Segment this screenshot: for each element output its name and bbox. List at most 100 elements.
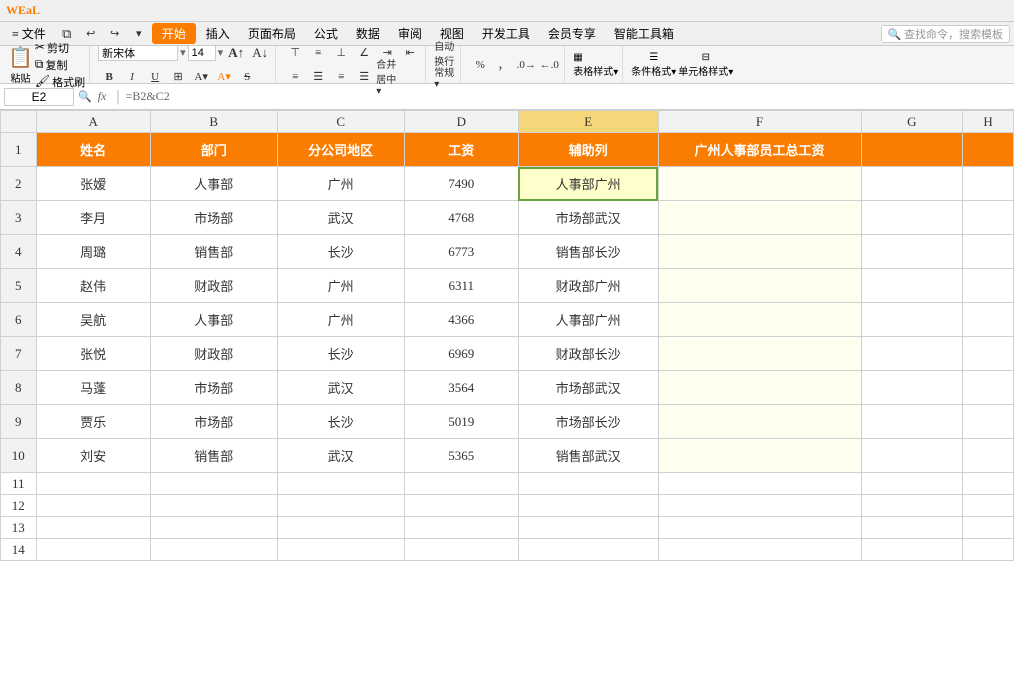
align-bottom-btn[interactable]: ⊥	[330, 42, 352, 64]
cell-salary-8[interactable]: 5365	[404, 439, 518, 473]
cell-extra-4-0[interactable]	[861, 303, 963, 337]
cell-salary-1[interactable]: 4768	[404, 201, 518, 235]
empty-cell[interactable]	[150, 539, 277, 561]
font-size-input[interactable]	[188, 45, 216, 61]
empty-cell[interactable]	[963, 473, 1014, 495]
header-cell-5[interactable]: 广州人事部员工总工资	[658, 133, 861, 167]
cell-aux-4[interactable]: 人事部广州	[518, 303, 658, 337]
cell-region-0[interactable]: 广州	[277, 167, 404, 201]
cell-total-5[interactable]	[658, 337, 861, 371]
cell-salary-2[interactable]: 6773	[404, 235, 518, 269]
cell-extra-6-0[interactable]	[861, 371, 963, 405]
empty-cell[interactable]	[277, 473, 404, 495]
cell-extra-5-1[interactable]	[963, 337, 1014, 371]
align-left-btn[interactable]: ≡	[284, 66, 306, 88]
strikethrough-btn[interactable]: S	[236, 66, 258, 88]
empty-cell[interactable]	[963, 495, 1014, 517]
cell-extra-2-1[interactable]	[963, 235, 1014, 269]
cell-reference-input[interactable]	[4, 88, 74, 106]
col-header-E[interactable]: E	[518, 111, 658, 133]
cell-total-1[interactable]	[658, 201, 861, 235]
border-btn[interactable]: ⊞	[167, 66, 189, 88]
align-center-btn[interactable]: ☰	[307, 66, 329, 88]
cell-salary-3[interactable]: 6311	[404, 269, 518, 303]
empty-cell[interactable]	[963, 517, 1014, 539]
align-right-btn[interactable]: ≡	[330, 66, 352, 88]
font-name-input[interactable]	[98, 45, 178, 61]
percent-btn[interactable]: %	[469, 54, 491, 76]
empty-cell[interactable]	[404, 473, 518, 495]
cell-dept-3[interactable]: 财政部	[150, 269, 277, 303]
cell-extra-1-0[interactable]	[861, 201, 963, 235]
font-color-btn[interactable]: A▾	[213, 66, 235, 88]
cell-name-4[interactable]: 吴航	[36, 303, 150, 337]
col-header-C[interactable]: C	[277, 111, 404, 133]
empty-cell[interactable]	[861, 539, 963, 561]
cell-name-1[interactable]: 李月	[36, 201, 150, 235]
menu-smart[interactable]: 智能工具箱	[606, 23, 682, 44]
cell-style-btn[interactable]: ⊟单元格样式▾	[678, 52, 733, 78]
empty-cell[interactable]	[518, 495, 658, 517]
cell-dept-0[interactable]: 人事部	[150, 167, 277, 201]
cell-name-0[interactable]: 张嫒	[36, 167, 150, 201]
cell-total-4[interactable]	[658, 303, 861, 337]
cell-aux-7[interactable]: 市场部长沙	[518, 405, 658, 439]
align-justify-btn[interactable]: ☰	[353, 66, 375, 88]
empty-cell[interactable]	[861, 517, 963, 539]
cell-extra-5-0[interactable]	[861, 337, 963, 371]
cell-extra-6-1[interactable]	[963, 371, 1014, 405]
empty-cell[interactable]	[861, 473, 963, 495]
header-cell-extra-0[interactable]	[861, 133, 963, 167]
empty-cell[interactable]	[150, 495, 277, 517]
empty-cell[interactable]	[861, 495, 963, 517]
empty-cell[interactable]	[404, 517, 518, 539]
header-cell-2[interactable]: 分公司地区	[277, 133, 404, 167]
cell-name-2[interactable]: 周璐	[36, 235, 150, 269]
cell-salary-5[interactable]: 6969	[404, 337, 518, 371]
cell-region-4[interactable]: 广州	[277, 303, 404, 337]
col-header-D[interactable]: D	[404, 111, 518, 133]
cell-region-7[interactable]: 长沙	[277, 405, 404, 439]
col-header-F[interactable]: F	[658, 111, 861, 133]
cell-dept-6[interactable]: 市场部	[150, 371, 277, 405]
empty-cell[interactable]	[658, 539, 861, 561]
cell-extra-1-1[interactable]	[963, 201, 1014, 235]
header-cell-1[interactable]: 部门	[150, 133, 277, 167]
decimal-remove-btn[interactable]: ←.0	[538, 54, 560, 76]
cell-name-5[interactable]: 张悦	[36, 337, 150, 371]
align-middle-btn[interactable]: ≡	[307, 42, 329, 64]
cell-salary-7[interactable]: 5019	[404, 405, 518, 439]
cell-salary-6[interactable]: 3564	[404, 371, 518, 405]
search-bar[interactable]: 🔍 查找命令，搜索模板	[881, 25, 1010, 43]
cell-extra-7-0[interactable]	[861, 405, 963, 439]
cell-extra-8-1[interactable]	[963, 439, 1014, 473]
cell-region-8[interactable]: 武汉	[277, 439, 404, 473]
cell-total-2[interactable]	[658, 235, 861, 269]
decimal-add-btn[interactable]: .0→	[515, 54, 537, 76]
menu-member[interactable]: 会员专享	[540, 23, 604, 44]
cell-dept-5[interactable]: 财政部	[150, 337, 277, 371]
cell-region-2[interactable]: 长沙	[277, 235, 404, 269]
empty-cell[interactable]	[150, 473, 277, 495]
empty-cell[interactable]	[150, 517, 277, 539]
cut-btn[interactable]: ✂剪切	[35, 40, 85, 56]
empty-cell[interactable]	[518, 517, 658, 539]
underline-btn[interactable]: U	[144, 66, 166, 88]
cell-total-7[interactable]	[658, 405, 861, 439]
cell-total-3[interactable]	[658, 269, 861, 303]
cell-dept-2[interactable]: 销售部	[150, 235, 277, 269]
merge-center-btn[interactable]: 合并居中▾	[376, 66, 398, 88]
empty-cell[interactable]	[404, 539, 518, 561]
cell-aux-8[interactable]: 销售部武汉	[518, 439, 658, 473]
empty-cell[interactable]	[963, 539, 1014, 561]
header-cell-3[interactable]: 工资	[404, 133, 518, 167]
table-style-btn[interactable]: ▦ 表格样式▾	[573, 52, 618, 78]
cell-extra-0-0[interactable]	[861, 167, 963, 201]
empty-cell[interactable]	[658, 495, 861, 517]
cell-dept-8[interactable]: 销售部	[150, 439, 277, 473]
cell-name-6[interactable]: 马蓬	[36, 371, 150, 405]
empty-cell[interactable]	[36, 517, 150, 539]
cell-region-1[interactable]: 武汉	[277, 201, 404, 235]
cell-extra-2-0[interactable]	[861, 235, 963, 269]
col-header-B[interactable]: B	[150, 111, 277, 133]
